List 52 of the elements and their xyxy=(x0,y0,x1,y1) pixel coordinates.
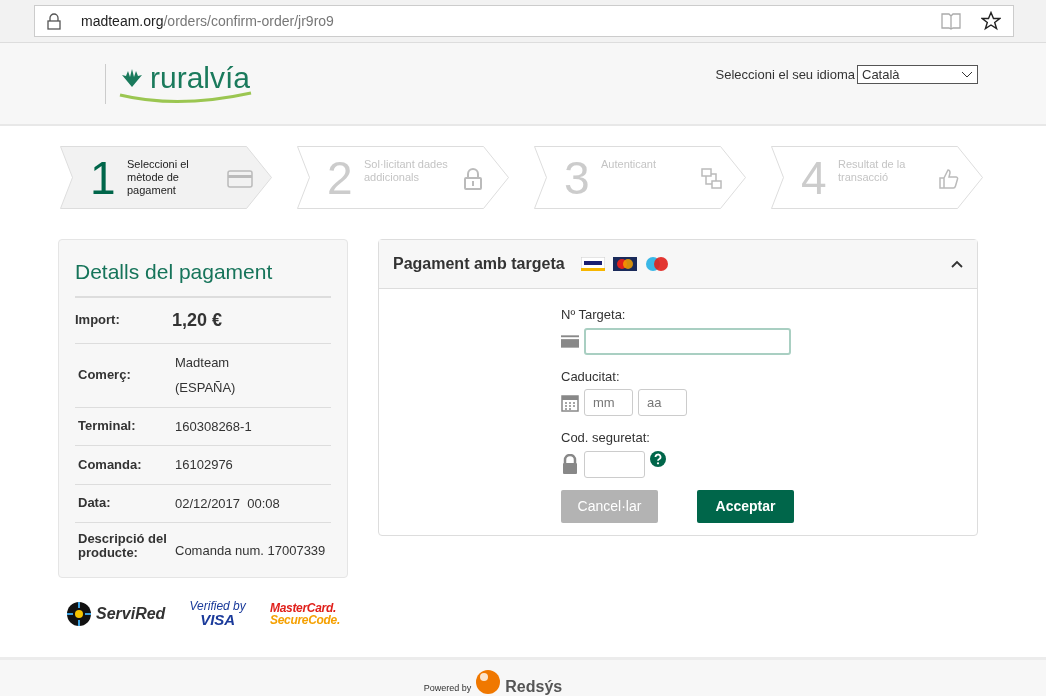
servired-logo: ServiRed xyxy=(66,600,166,627)
detail-label: Import: xyxy=(75,313,121,327)
language-label: Seleccioni el seu idioma xyxy=(715,65,855,84)
field-label: Cod. seguretat: xyxy=(561,429,651,447)
star-icon[interactable] xyxy=(981,11,1001,31)
step-label: Autenticant xyxy=(601,158,658,171)
expiry-field[interactable]: aa xyxy=(638,389,687,416)
mastercard-securecode-logo: MasterCard. SecureCode. xyxy=(269,601,340,626)
credit-card-icon xyxy=(561,334,579,348)
field-label: Nº Targeta: xyxy=(561,306,627,324)
detail-value: Comanda num. 17007339 xyxy=(175,541,326,560)
card-number-field[interactable] xyxy=(584,327,791,355)
detail-label: Comerç: xyxy=(78,368,132,382)
credit-card-icon xyxy=(227,169,253,188)
help-icon[interactable] xyxy=(650,450,666,467)
padlock-icon xyxy=(562,454,578,474)
caret-icon xyxy=(961,70,973,79)
thumbs-up-icon xyxy=(938,167,960,190)
url-text: madteam.org/orders/confirm-order/jr9ro9 xyxy=(81,11,335,31)
detail-value: 160308268-1 xyxy=(175,417,252,436)
detail-value: 1,20 € xyxy=(172,308,223,332)
step-label: Sol·licitant dades addicionals xyxy=(364,158,448,184)
detail-value: (ESPAÑA) xyxy=(175,379,236,397)
lock-icon xyxy=(47,12,61,30)
verified-by-visa-logo: Verified by VISA xyxy=(189,600,246,627)
detail-value: Madteam xyxy=(175,353,231,372)
collapse-chevron-icon[interactable] xyxy=(951,260,963,268)
detail-label: Descripció del producte: xyxy=(78,532,168,560)
step-label: Seleccioni el mètode de pagament xyxy=(127,158,190,197)
detail-label: Comanda: xyxy=(78,457,143,472)
maestro-card-icon xyxy=(644,257,669,271)
mastercard-icon xyxy=(612,257,637,271)
calendar-icon xyxy=(561,393,579,412)
detail-label: Data: xyxy=(78,496,112,511)
redsys-logo-text: Redsýs xyxy=(505,679,563,695)
accept-button[interactable]: Acceptar xyxy=(697,489,794,523)
details-title: Detalls del pagament xyxy=(75,256,331,298)
visa-card-icon xyxy=(580,257,605,271)
security-code-field[interactable] xyxy=(584,450,645,478)
powered-by-text: Powered by xyxy=(423,681,472,695)
ruralvia-logo: ruralvía xyxy=(118,62,251,105)
language-select[interactable]: Català xyxy=(857,65,978,84)
detail-value: 16102976 xyxy=(175,456,233,474)
address-bar[interactable]: madteam.org/orders/confirm-order/jr9ro9 xyxy=(34,5,1014,37)
field-label: Caducitat: xyxy=(561,367,621,386)
detail-value: 02/12/2017 00:08 xyxy=(175,494,280,513)
panel-title: Pagament amb targeta xyxy=(393,254,565,274)
detail-label: Terminal: xyxy=(78,419,137,434)
expiry-field[interactable]: mm xyxy=(584,389,633,416)
linked-screens-icon xyxy=(701,167,723,190)
padlock-icon xyxy=(464,167,482,190)
step-number: 1 xyxy=(90,154,117,201)
